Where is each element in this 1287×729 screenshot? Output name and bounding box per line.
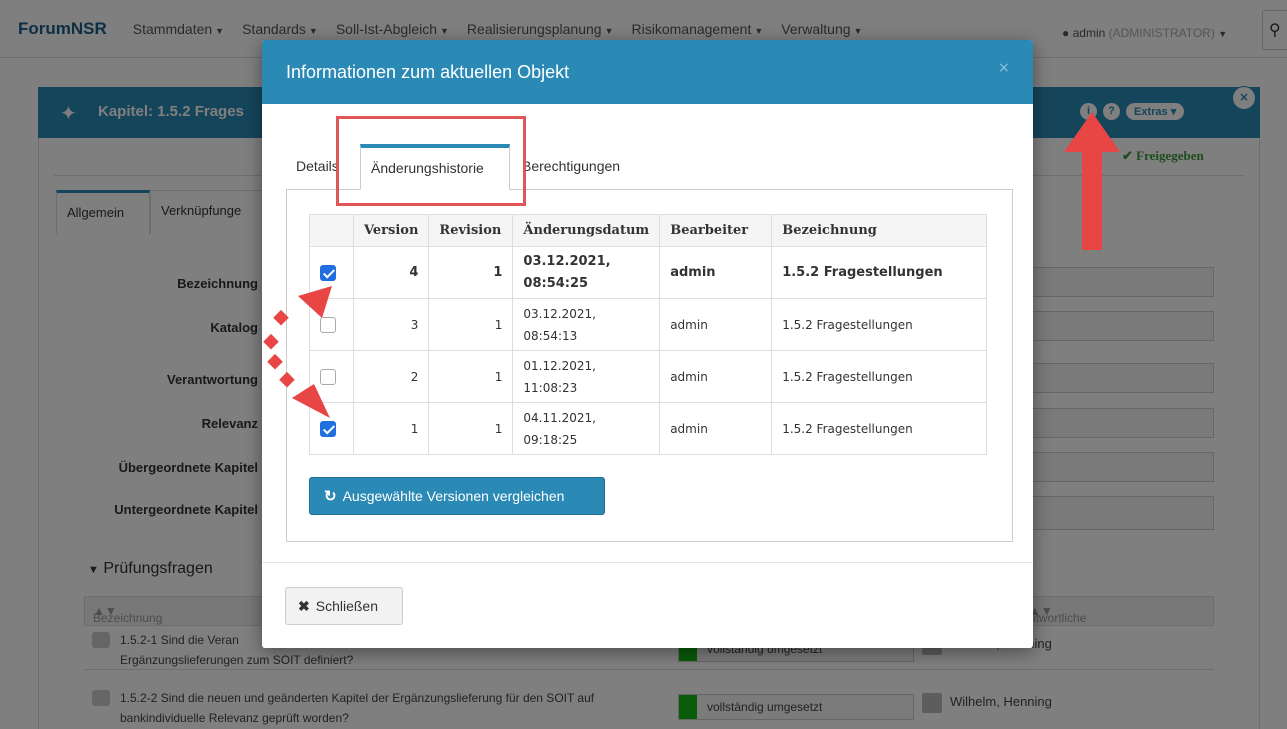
col-bearbeiter[interactable]: Bearbeiter <box>659 214 773 247</box>
col-revision[interactable]: Revision <box>428 214 514 247</box>
compare-versions-button[interactable]: ↻ Ausgewählte Versionen vergleichen <box>309 477 605 515</box>
close-icon[interactable]: × <box>998 60 1010 76</box>
history-table-header: Version Revision Änderungsdatum Bearbeit… <box>309 214 987 247</box>
highlight-box <box>336 116 526 206</box>
history-row[interactable]: 4 1 03.12.2021, 08:54:25 admin 1.5.2 Frag… <box>309 246 987 299</box>
row-checkbox[interactable] <box>320 316 336 333</box>
history-row[interactable]: 2 1 01.12.2021, 11:08:23 admin 1.5.2 Frag… <box>309 350 987 403</box>
history-table: Version Revision Änderungsdatum Bearbeit… <box>309 214 987 455</box>
row-checkbox[interactable] <box>320 368 336 385</box>
modal-header: Informationen zum aktuellen Objekt × <box>262 40 1033 104</box>
history-row[interactable]: 1 1 04.11.2021, 09:18:25 admin 1.5.2 Frag… <box>309 402 987 455</box>
row-checkbox[interactable] <box>320 264 336 281</box>
col-select <box>309 214 354 247</box>
close-icon: ✖ <box>298 598 310 614</box>
close-button[interactable]: ✖ Schließen <box>285 587 403 625</box>
col-aenderungsdatum[interactable]: Änderungsdatum <box>512 214 661 247</box>
refresh-icon: ↻ <box>324 488 337 505</box>
col-bezeichnung[interactable]: Bezeichnung <box>771 214 987 247</box>
row-checkbox[interactable] <box>320 420 336 437</box>
modal-title: Informationen zum aktuellen Objekt <box>286 62 570 82</box>
history-row[interactable]: 3 1 03.12.2021, 08:54:13 admin 1.5.2 Frag… <box>309 298 987 351</box>
tab-berechtigungen[interactable]: Berechtigungen <box>512 144 630 190</box>
col-version[interactable]: Version <box>352 214 430 247</box>
modal-footer-divider <box>262 562 1033 563</box>
